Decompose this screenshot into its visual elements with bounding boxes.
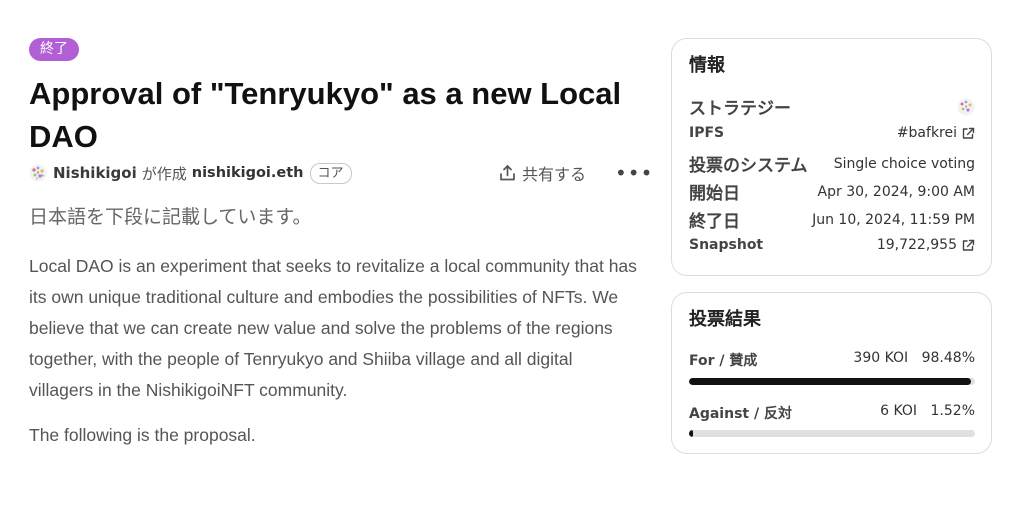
end-date-value: Jun 10, 2024, 11:59 PM xyxy=(812,211,975,228)
results-card: 投票結果 For / 賛成 390 KOI 98.48% Against / 反… xyxy=(671,292,992,454)
proposal-body-followup: The following is the proposal. xyxy=(29,425,256,445)
result-label: For / 賛成 xyxy=(689,353,758,369)
ipfs-value: #bafkrei xyxy=(896,125,957,141)
external-link-icon xyxy=(962,239,975,251)
snapshot-link[interactable]: 19,722,955 xyxy=(877,237,975,253)
proposal-body: Local DAO is an experiment that seeks to… xyxy=(29,256,637,400)
result-amount: 6 KOI xyxy=(880,403,918,419)
result-bar-fill xyxy=(689,430,694,437)
share-label: 共有する xyxy=(522,165,587,184)
proposal-subtitle: 日本語を下段に記載しています。 xyxy=(29,206,312,228)
author-name[interactable]: Nishikigoi xyxy=(53,164,137,182)
start-date-value: Apr 30, 2024, 9:00 AM xyxy=(817,183,975,200)
core-badge: コア xyxy=(309,162,352,184)
result-bar-fill xyxy=(689,378,971,385)
strategy-label: ストラテジー xyxy=(689,99,791,119)
snapshot-row: Snapshot 19,722,955 xyxy=(689,237,975,253)
strategy-icon[interactable] xyxy=(957,98,975,116)
share-button[interactable]: 共有する xyxy=(499,160,586,186)
external-link-icon xyxy=(962,127,975,139)
info-card: 情報 ストラテジー IPFS #bafkrei 投票のシステム Single c… xyxy=(671,38,992,276)
end-date-row: 終了日 Jun 10, 2024, 11:59 PM xyxy=(689,207,975,233)
result-bar-against xyxy=(689,430,975,437)
ipfs-row: IPFS #bafkrei xyxy=(689,125,975,141)
result-percent: 98.48% xyxy=(921,350,975,366)
voting-system-row: 投票のシステム Single choice voting xyxy=(689,151,975,177)
voting-system-label: 投票のシステム xyxy=(689,156,808,176)
result-row-for: For / 賛成 390 KOI 98.48% xyxy=(689,350,975,370)
proposal-title: Approval of "Tenryukyo" as a new Local D… xyxy=(29,76,622,154)
end-date-label: 終了日 xyxy=(689,212,740,232)
snapshot-label: Snapshot xyxy=(689,237,764,253)
result-row-against: Against / 反対 6 KOI 1.52% xyxy=(689,403,975,423)
snapshot-value: 19,722,955 xyxy=(876,237,957,253)
more-button[interactable]: ••• xyxy=(615,160,653,186)
more-icon: ••• xyxy=(615,161,654,185)
results-title: 投票結果 xyxy=(689,309,761,330)
voting-system-value: Single choice voting xyxy=(833,155,975,172)
proposal-main: 終了 Approval of "Tenryukyo" as a new Loca… xyxy=(29,38,652,449)
status-badge: 終了 xyxy=(29,38,79,61)
result-amount: 390 KOI xyxy=(853,350,909,366)
ipfs-link[interactable]: #bafkrei xyxy=(897,125,975,141)
result-percent: 1.52% xyxy=(930,403,975,419)
result-bar-for xyxy=(689,378,975,385)
ipfs-label: IPFS xyxy=(689,125,725,141)
author-ens[interactable]: nishikigoi.eth xyxy=(192,165,304,181)
start-date-row: 開始日 Apr 30, 2024, 9:00 AM xyxy=(689,179,975,205)
proposal-meta: Nishikigoi が作成 nishikigoi.eth コア 共有する ••… xyxy=(29,160,652,186)
share-icon xyxy=(500,165,515,181)
info-title: 情報 xyxy=(689,55,725,76)
result-label: Against / 反対 xyxy=(689,406,792,422)
start-date-label: 開始日 xyxy=(689,184,740,204)
strategy-row: ストラテジー xyxy=(689,94,975,119)
avatar-icon[interactable] xyxy=(29,164,47,182)
created-label: が作成 xyxy=(141,164,187,183)
